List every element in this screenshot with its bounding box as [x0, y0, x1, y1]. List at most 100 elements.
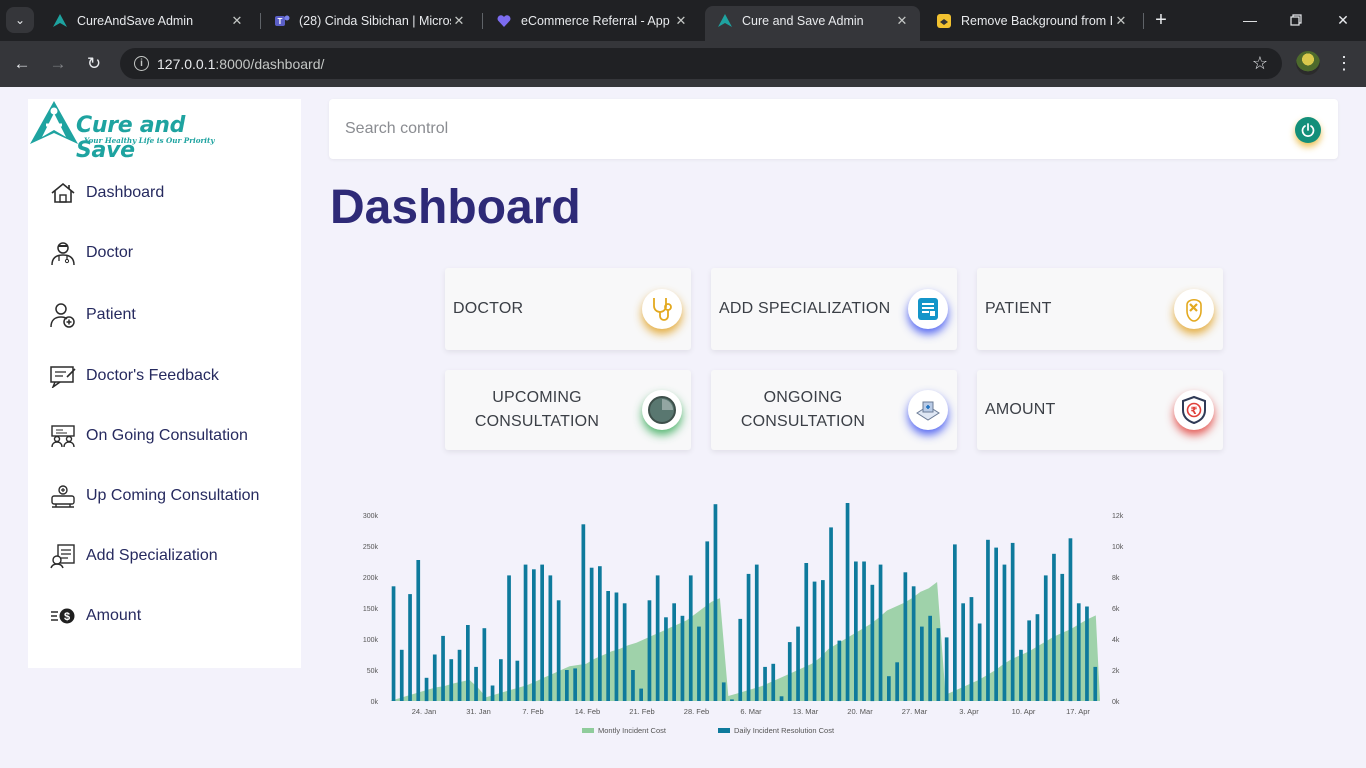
daily-incident-resolution-bar — [1076, 603, 1081, 701]
daily-incident-resolution-bar — [854, 561, 858, 701]
daily-incident-resolution-bar — [540, 564, 544, 701]
tab-title: eCommerce Referral - App | — [521, 13, 673, 28]
browser-menu-icon[interactable]: ⋮ — [1334, 51, 1354, 75]
daily-incident-resolution-bar — [639, 688, 643, 701]
close-window-icon[interactable]: ✕ — [1331, 8, 1355, 32]
daily-incident-resolution-bar — [647, 600, 652, 702]
daily-incident-resolution-bar — [730, 699, 734, 701]
daily-incident-resolution-bar — [399, 649, 404, 701]
minimize-window-icon[interactable]: — — [1238, 8, 1262, 32]
x-axis-tick-label: 6. Mar — [740, 707, 762, 716]
x-axis-tick-label: 21. Feb — [629, 707, 654, 716]
daily-incident-resolution-bar — [821, 580, 825, 701]
daily-incident-resolution-bar — [738, 618, 743, 701]
daily-incident-resolution-bar — [1068, 538, 1073, 702]
legend-swatch-monthly — [582, 728, 594, 733]
daily-incident-resolution-bar — [969, 597, 974, 701]
daily-incident-resolution-bar — [796, 626, 800, 701]
browser-tab-cure-and-save-admin-active[interactable]: Cure and Save Admin ✕ — [705, 6, 920, 41]
card-label: UPCOMING CONSULTATION — [474, 389, 600, 430]
legend-label-monthly: Montly Incident Cost — [598, 726, 667, 735]
address-bar[interactable]: i 127.0.0.1:8000/dashboard/ ☆ — [120, 48, 1282, 79]
reload-icon[interactable]: ↻ — [82, 52, 106, 76]
tab-title: Remove Background from Im — [961, 13, 1113, 28]
daily-incident-resolution-bar — [515, 660, 520, 701]
daily-incident-resolution-bar — [565, 670, 569, 701]
daily-incident-resolution-bar — [1052, 553, 1056, 702]
patient-card[interactable]: PATIENT — [977, 268, 1223, 350]
hospital-icon — [908, 390, 948, 430]
home-icon — [48, 178, 78, 208]
x-axis-tick-label: 20. Mar — [847, 707, 873, 716]
daily-incident-resolution-bar — [787, 642, 792, 701]
legend-swatch-daily — [718, 728, 730, 733]
svg-text:₹: ₹ — [1191, 406, 1198, 417]
browser-tab-teams[interactable]: T (28) Cinda Sibichan | Microso ✕ — [262, 6, 477, 35]
sidebar-item-add-specialization[interactable]: Add Specialization — [48, 541, 218, 571]
clock-icon — [642, 390, 682, 430]
site-info-icon[interactable]: i — [134, 56, 149, 71]
search-input[interactable] — [329, 99, 1269, 159]
x-axis-tick-label: 27. Mar — [902, 707, 928, 716]
tab-title: Cure and Save Admin — [742, 13, 864, 28]
logout-power-button[interactable] — [1295, 117, 1321, 143]
daily-incident-resolution-bar — [490, 685, 495, 701]
browser-tab-cureandsave-admin[interactable]: CureAndSave Admin ✕ — [40, 6, 255, 35]
daily-incident-resolution-bar — [523, 564, 528, 701]
page-title: Dashboard — [330, 181, 581, 234]
new-tab-button[interactable]: + — [1150, 9, 1172, 31]
close-tab-icon[interactable]: ✕ — [894, 13, 910, 29]
close-tab-icon[interactable]: ✕ — [673, 13, 689, 29]
daily-incident-resolution-bar — [1060, 573, 1065, 701]
daily-incident-resolution-bar — [631, 670, 635, 701]
bookmark-star-icon[interactable]: ☆ — [1252, 53, 1268, 74]
brand-logo[interactable]: Cure and Save Your Healthy Life is Our P… — [28, 99, 238, 163]
sidebar-item-doctor[interactable]: Doctor — [48, 238, 133, 268]
sidebar-item-upcoming-consultation[interactable]: Up Coming Consultation — [48, 481, 259, 511]
sidebar-item-amount[interactable]: $ Amount — [48, 601, 141, 631]
specialization-icon — [48, 541, 78, 571]
sidebar-item-doctors-feedback[interactable]: Doctor's Feedback — [48, 361, 219, 391]
close-tab-icon[interactable]: ✕ — [229, 13, 245, 29]
feedback-icon — [48, 361, 78, 391]
right-axis-tick-label: 2k — [1112, 668, 1120, 675]
url-text[interactable]: 127.0.0.1:8000/dashboard/ — [157, 56, 324, 72]
daily-incident-resolution-bar — [1027, 620, 1031, 701]
tab-separator — [1143, 13, 1144, 29]
browser-tab-remove-background[interactable]: Remove Background from Im ✕ — [924, 6, 1139, 35]
close-tab-icon[interactable]: ✕ — [451, 13, 467, 29]
doctor-card[interactable]: DOCTOR — [445, 268, 691, 350]
tab-title: (28) Cinda Sibichan | Microso — [299, 13, 451, 28]
daily-incident-resolution-bar — [581, 524, 586, 701]
daily-incident-resolution-bar — [457, 649, 462, 701]
amount-card[interactable]: AMOUNT ₹ — [977, 370, 1223, 450]
sidebar-item-label: Patient — [86, 306, 136, 323]
daily-incident-resolution-bar — [763, 666, 767, 701]
sidebar-item-label: Doctor's Feedback — [86, 367, 219, 384]
daily-incident-resolution-bar — [1002, 564, 1007, 701]
add-specialization-card[interactable]: ADD SPECIALIZATION — [711, 268, 957, 350]
sidebar-item-label: Doctor — [86, 244, 134, 261]
daily-incident-resolution-bar — [903, 572, 908, 701]
right-axis-tick-label: 6k — [1112, 606, 1120, 613]
tab-separator — [482, 13, 483, 29]
daily-incident-resolution-bar — [697, 626, 701, 701]
sidebar-item-label: Amount — [86, 607, 142, 624]
tab-search-button[interactable]: ⌄ — [6, 7, 34, 33]
search-bar — [329, 99, 1338, 159]
right-axis-tick-label: 0k — [1112, 699, 1120, 706]
browser-tab-ecommerce[interactable]: eCommerce Referral - App | ✕ — [484, 6, 699, 35]
upcoming-consultation-card[interactable]: UPCOMING CONSULTATION — [445, 370, 691, 450]
restore-window-icon[interactable] — [1284, 8, 1308, 32]
sidebar-item-dashboard[interactable]: Dashboard — [48, 178, 164, 208]
back-arrow-icon[interactable]: ← — [10, 52, 34, 76]
close-tab-icon[interactable]: ✕ — [1113, 13, 1129, 29]
forward-arrow-icon[interactable]: → — [46, 52, 70, 76]
profile-avatar[interactable] — [1296, 51, 1320, 75]
sidebar-item-label: Add Specialization — [86, 547, 218, 564]
sidebar-item-patient[interactable]: Patient — [48, 300, 136, 330]
ongoing-consultation-card[interactable]: ONGOING CONSULTATION — [711, 370, 957, 450]
sidebar-item-ongoing-consultation[interactable]: On Going Consultation — [48, 421, 248, 451]
daily-incident-resolution-bar — [432, 654, 437, 701]
heart-favicon-icon — [496, 13, 512, 29]
